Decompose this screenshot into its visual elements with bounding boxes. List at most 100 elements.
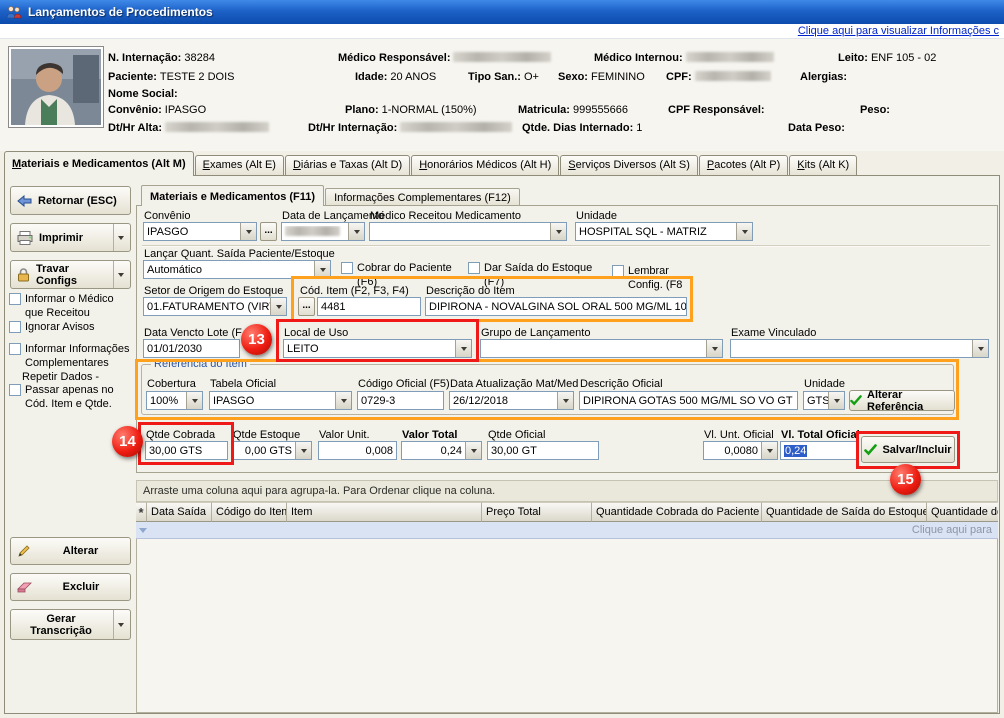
checkbox-dar-saida[interactable]: Dar Saída do Estoque (F7) xyxy=(468,262,603,290)
grid-column-preco-total[interactable]: Preço Total xyxy=(482,502,592,522)
lock-icon xyxy=(17,268,30,282)
grid-body[interactable] xyxy=(136,539,998,713)
alterar-button[interactable]: Alterar xyxy=(10,537,131,565)
descricao-oficial-label: Descrição Oficial xyxy=(580,378,663,390)
gerar-transcricao-button[interactable]: Gerar Transcrição xyxy=(10,609,131,640)
checkbox-cobrar-paciente[interactable]: Cobrar do Paciente (F6) xyxy=(341,262,463,290)
checkbox[interactable] xyxy=(341,262,353,274)
unidade-select[interactable]: HOSPITAL SQL - MATRIZ xyxy=(575,222,753,241)
vl-total-oficial-input[interactable]: 0,24 xyxy=(780,441,859,460)
convenio-select[interactable]: IPASGO xyxy=(143,222,257,241)
valor-unit-input[interactable]: 0,008 xyxy=(318,441,397,460)
lancar-quant-label: Lançar Quant. Saída Paciente/Estoque xyxy=(144,248,335,260)
tab-exames[interactable]: Exames (Alt E) xyxy=(195,155,284,176)
cod-item-browse-button[interactable]: ... xyxy=(298,297,315,316)
tab-honorarios-medicos[interactable]: Honorários Médicos (Alt H) xyxy=(411,155,559,176)
codigo-oficial-label: Código Oficial (F5) xyxy=(358,378,450,390)
chevron-down-icon xyxy=(556,230,562,234)
qtde-cobrada-input[interactable]: 30,00 GTS xyxy=(145,441,228,460)
tab-diarias-taxas[interactable]: Diárias e Taxas (Alt D) xyxy=(285,155,410,176)
checkbox[interactable] xyxy=(9,384,21,396)
field-idade: Idade:20 ANOS xyxy=(355,71,436,83)
medico-receitou-label: Médico Receitou Medicamento xyxy=(370,210,521,222)
grid-column-qtde-saida[interactable]: Quantidade de Saída do Estoque xyxy=(762,502,927,522)
valor-total-select[interactable]: 0,24 xyxy=(401,441,482,460)
checkbox-passar-apenas[interactable]: Passar apenas no Cód. Item e Qtde. xyxy=(9,384,133,412)
qtde-estoque-select[interactable]: 0,00 GTS xyxy=(232,441,312,460)
field-paciente: Paciente:TESTE 2 DOIS xyxy=(108,71,235,83)
visualizar-informacoes-link[interactable]: Clique aqui para visualizar Informações … xyxy=(798,25,999,37)
retornar-button[interactable]: Retornar (ESC) xyxy=(10,186,131,215)
field-cpf: CPF: xyxy=(666,71,771,83)
imprimir-dropdown[interactable] xyxy=(113,224,124,251)
tabela-oficial-select[interactable]: IPASGO xyxy=(209,391,352,410)
checkbox[interactable] xyxy=(9,293,21,305)
redacted-value xyxy=(400,122,512,132)
medico-receitou-select[interactable] xyxy=(369,222,567,241)
unidade-oficial-select[interactable]: GTS xyxy=(803,391,845,410)
cod-item-input[interactable]: 4481 xyxy=(317,297,421,316)
alterar-referencia-button[interactable]: Alterar Referência xyxy=(849,390,955,411)
data-atualizacao-select[interactable]: 26/12/2018 xyxy=(449,391,574,410)
descricao-oficial-input[interactable]: DIPIRONA GOTAS 500 MG/ML SO VO GT xyxy=(579,391,798,410)
grid-column-qtde-cobrada[interactable]: Quantidade Cobrada do Paciente xyxy=(592,502,762,522)
excluir-button[interactable]: Excluir xyxy=(10,573,131,601)
annotation-badge-13: 13 xyxy=(241,324,272,355)
qtde-oficial-input[interactable]: 30,00 GT xyxy=(487,441,599,460)
referencia-group-title: Referência do Item xyxy=(151,358,250,370)
checkbox-ignorar-avisos[interactable]: Ignorar Avisos xyxy=(9,321,133,335)
setor-origem-select[interactable]: 01.FATURAMENTO (VIRT xyxy=(143,297,287,316)
checkbox-informar-medico[interactable]: Informar o Médico que Receitou xyxy=(9,293,133,321)
tabela-oficial-label: Tabela Oficial xyxy=(210,378,276,390)
link-row: Clique aqui para visualizar Informações … xyxy=(0,24,1004,39)
field-matricula: Matricula:999555666 xyxy=(518,104,628,116)
checkbox[interactable] xyxy=(9,321,21,333)
vl-unt-oficial-select[interactable]: 0,0080 xyxy=(703,441,778,460)
checkbox-informar-informacoes[interactable]: Informar Informações Complementares xyxy=(9,343,133,371)
tab-servicos-diversos[interactable]: Serviços Diversos (Alt S) xyxy=(560,155,698,176)
convenio-browse-button[interactable]: ... xyxy=(260,222,277,241)
qtde-cobrada-label: Qtde Cobrada xyxy=(146,429,215,441)
lancar-quant-select[interactable]: Automático xyxy=(143,260,331,279)
salvar-incluir-button[interactable]: Salvar/Incluir xyxy=(861,436,955,463)
grid-column-codigo-item[interactable]: Código do Item xyxy=(212,502,287,522)
chevron-down-icon xyxy=(712,347,718,351)
codigo-oficial-input[interactable]: 0729-3 xyxy=(357,391,444,410)
grupo-lancamento-select[interactable] xyxy=(480,339,723,358)
data-lancamento-select[interactable] xyxy=(281,222,365,241)
tab-informacoes-f12[interactable]: Informações Complementares (F12) xyxy=(325,188,520,206)
local-uso-select[interactable]: LEITO xyxy=(283,339,472,358)
grid-group-panel[interactable]: Arraste uma coluna aqui para agrupa-la. … xyxy=(136,480,998,502)
annotation-badge-14: 14 xyxy=(112,426,143,457)
grid-column-qtde-sa[interactable]: Quantidade de Sa xyxy=(927,502,998,522)
exame-vinculado-select[interactable] xyxy=(730,339,989,358)
travar-dropdown[interactable] xyxy=(113,261,124,288)
imprimir-button[interactable]: Imprimir xyxy=(10,223,131,252)
field-medico-responsavel: Médico Responsável: xyxy=(338,52,551,64)
checkbox[interactable] xyxy=(468,262,480,274)
checkbox-lembrar-config[interactable]: Lembrar Config. (F8 xyxy=(612,265,704,293)
field-data-peso: Data Peso: xyxy=(788,122,848,134)
tab-materiais-medicamentos[interactable]: Materiais e Medicamentos (Alt M) xyxy=(4,151,194,176)
tab-materiais-f11[interactable]: Materiais e Medicamentos (F11) xyxy=(141,185,324,206)
grid-column-data-saida[interactable]: Data Saída xyxy=(147,502,212,522)
inner-tab-strip: Materiais e Medicamentos (F11) Informaçõ… xyxy=(141,185,521,206)
data-vencto-input[interactable]: 01/01/2030 xyxy=(143,339,240,358)
grid-filter-row[interactable]: Clique aqui para xyxy=(136,522,998,539)
tab-kits[interactable]: Kits (Alt K) xyxy=(789,155,857,176)
travar-configs-button[interactable]: Travar Configs xyxy=(10,260,131,289)
gerar-transcricao-dropdown[interactable] xyxy=(113,610,124,639)
chevron-down-icon xyxy=(978,347,984,351)
checkbox[interactable] xyxy=(9,343,21,355)
chevron-down-icon xyxy=(301,449,307,453)
cobertura-select[interactable]: 100% xyxy=(146,391,203,410)
descricao-item-input[interactable]: DIPIRONA - NOVALGINA SOL ORAL 500 MG/ML … xyxy=(425,297,687,316)
filter-icon xyxy=(139,528,147,533)
tab-pacotes[interactable]: Pacotes (Alt P) xyxy=(699,155,788,176)
field-alergias: Alergias: xyxy=(800,71,850,83)
valor-unit-label: Valor Unit. xyxy=(319,429,370,441)
eraser-icon xyxy=(17,581,32,593)
field-cpf-responsavel: CPF Responsável: xyxy=(668,104,768,116)
grid-column-item[interactable]: Item xyxy=(287,502,482,522)
checkbox[interactable] xyxy=(612,265,624,277)
